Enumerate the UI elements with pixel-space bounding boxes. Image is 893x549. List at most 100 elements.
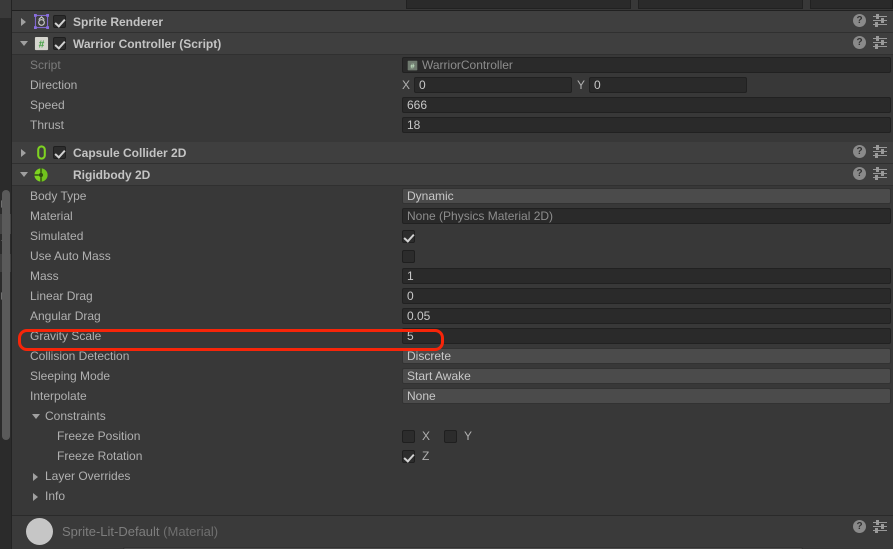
preset-settings-icon[interactable] [873,36,887,49]
property-row-gravity-scale: Gravity Scale 5 [12,326,893,346]
property-label-freeze-position: Freeze Position [57,429,141,443]
preset-settings-icon[interactable] [873,167,887,180]
property-row-sleeping-mode: Sleeping Mode Start Awake [12,366,893,386]
enable-checkbox-capsule-collider-2d[interactable] [53,146,66,159]
help-icon[interactable]: ? [853,145,866,158]
material-title: Sprite-Lit-Default (Material) [62,523,219,539]
enable-checkbox-warrior-controller[interactable] [53,37,66,50]
info-label: Info [45,489,66,503]
component-header-warrior-controller[interactable]: # Warrior Controller (Script) ? [12,33,893,55]
property-label-mass: Mass [30,269,59,283]
axis-label-x: X [422,429,431,443]
property-label-script: Script [30,58,61,72]
axis-label-z: Z [422,449,430,463]
property-row-simulated: Simulated [12,226,893,246]
property-row-interpolate: Interpolate None [12,386,893,406]
property-row-thrust: Thrust 18 [12,115,893,135]
material-preview-header[interactable]: Sprite-Lit-Default (Material) [12,516,893,546]
sleeping-mode-dropdown[interactable]: Start Awake [402,368,891,384]
property-label-use-auto-mass: Use Auto Mass [30,249,111,263]
property-row-freeze-position: Freeze Position X Y [12,426,893,446]
property-row-mass: Mass 1 [12,266,893,286]
layer-overrides-label: Layer Overrides [45,469,131,483]
property-row-collision-detection: Collision Detection Discrete [12,346,893,366]
linear-drag-input[interactable]: 0 [402,288,891,304]
property-row-direction: Direction X 0 Y 0 [12,75,893,95]
capsule-collider-2d-icon [33,145,49,161]
help-icon[interactable]: ? [853,520,866,533]
property-label-angular-drag: Angular Drag [30,309,101,323]
component-title-capsule-collider-2d: Capsule Collider 2D [73,145,187,160]
property-label-collision-detection: Collision Detection [30,349,130,363]
constraints-label: Constraints [45,409,106,423]
property-label-sleeping-mode: Sleeping Mode [30,369,111,383]
freeze-rotation-z-checkbox[interactable] [402,449,415,463]
preset-settings-icon[interactable] [873,145,887,158]
header-tools-warrior-controller: ? [853,36,887,49]
property-label-speed: Speed [30,98,65,112]
rigidbody-2d-icon [33,167,49,183]
collision-detection-dropdown[interactable]: Discrete [402,348,891,364]
panel-scrollbar-thumb[interactable] [2,190,10,440]
property-label-linear-drag: Linear Drag [30,289,93,303]
component-header-rigidbody-2d[interactable]: Rigidbody 2D ? [12,164,893,186]
property-label-gravity-scale: Gravity Scale [30,329,102,343]
property-row-script: Script # WarriorController [12,55,893,75]
csharp-script-icon: # [33,36,49,52]
help-icon[interactable]: ? [853,36,866,49]
mass-input[interactable]: 1 [402,268,891,284]
property-row-use-auto-mass: Use Auto Mass [12,246,893,266]
direction-y-input[interactable]: 0 [589,77,748,93]
component-header-sprite-renderer[interactable]: Sprite Renderer ? [12,11,893,33]
component-header-capsule-collider-2d[interactable]: Capsule Collider 2D ? [12,142,893,164]
foldout-info[interactable]: Info [12,486,893,506]
object-field-script[interactable]: # WarriorController [402,57,891,73]
foldout-arrow-capsule-collider-2d[interactable] [18,146,31,159]
material-sphere-thumbnail [26,517,53,545]
foldout-arrow-constraints[interactable] [30,410,43,423]
adjacent-panel-sliver [0,0,12,549]
component-title-warrior-controller: Warrior Controller (Script) [73,36,222,51]
material-object-field[interactable]: None (Physics Material 2D) [402,208,891,224]
direction-y-cell: Y 0 [577,77,749,93]
use-auto-mass-checkbox[interactable] [402,249,415,263]
enable-checkbox-sprite-renderer[interactable] [53,15,66,28]
foldout-arrow-rigidbody-2d[interactable] [18,168,31,181]
angular-drag-input[interactable]: 0.05 [402,308,891,324]
axis-label-y: Y [464,429,473,443]
gravity-scale-input[interactable]: 5 [402,328,891,344]
inspector-component-list: Sprite Renderer ? # Warrior Controller (… [12,0,893,549]
sprite-renderer-icon [33,14,49,30]
clipped-top-row [12,0,893,11]
body-type-dropdown[interactable]: Dynamic [402,188,891,204]
direction-x-cell: X 0 [402,77,574,93]
foldout-layer-overrides[interactable]: Layer Overrides [12,466,893,486]
axis-label-x: X [402,78,411,92]
property-row-speed: Speed 666 [12,95,893,115]
property-label-thrust: Thrust [30,118,65,132]
direction-x-input[interactable]: 0 [414,77,573,93]
preset-settings-icon[interactable] [873,14,887,27]
property-row-freeze-rotation: Freeze Rotation Z [12,446,893,466]
foldout-arrow-warrior-controller[interactable] [18,37,31,50]
interpolate-dropdown[interactable]: None [402,388,891,404]
simulated-checkbox[interactable] [402,229,415,243]
foldout-arrow-layer-overrides[interactable] [30,470,43,483]
property-row-linear-drag: Linear Drag 0 [12,286,893,306]
help-icon[interactable]: ? [853,167,866,180]
foldout-constraints[interactable]: Constraints [12,406,893,426]
header-tools-capsule-collider-2d: ? [853,145,887,158]
unity-inspector-window: Sprite Renderer ? # Warrior Controller (… [0,0,893,549]
object-field-script-value: WarriorController [422,58,513,72]
header-tools-sprite-renderer: ? [853,14,887,27]
freeze-position-y-checkbox[interactable] [444,429,458,443]
foldout-arrow-info[interactable] [30,490,43,503]
speed-input[interactable]: 666 [402,97,891,113]
header-tools-rigidbody-2d: ? [853,167,887,180]
foldout-arrow-sprite-renderer[interactable] [18,15,31,28]
help-icon[interactable]: ? [853,14,866,27]
preset-settings-icon[interactable] [873,520,887,533]
thrust-input[interactable]: 18 [402,117,891,133]
component-title-rigidbody-2d: Rigidbody 2D [73,167,151,182]
freeze-position-x-checkbox[interactable] [402,429,415,443]
